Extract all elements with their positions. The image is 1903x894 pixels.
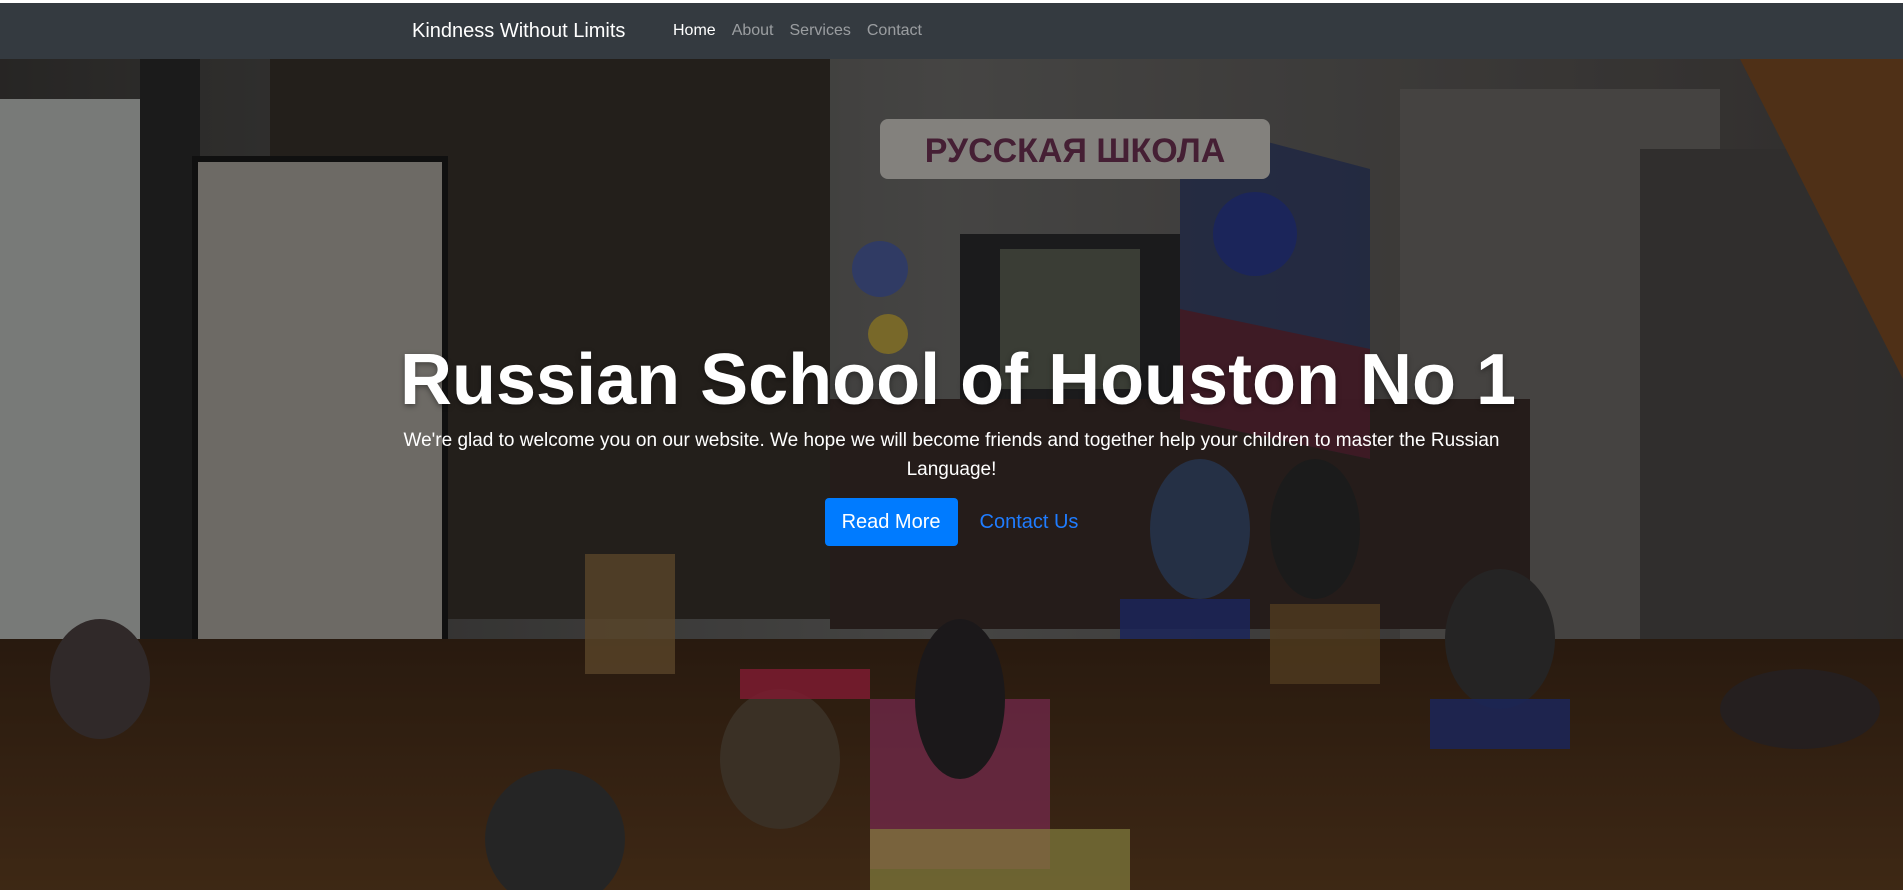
navbar: Kindness Without Limits Home About Servi… xyxy=(0,3,1903,59)
nav-link-about[interactable]: About xyxy=(724,3,782,59)
nav-link-services[interactable]: Services xyxy=(782,3,859,59)
read-more-button[interactable]: Read More xyxy=(824,497,958,546)
hero-actions: Read More Contact Us xyxy=(400,497,1503,546)
contact-us-link[interactable]: Contact Us xyxy=(980,498,1079,546)
hero-content: Russian School of Houston No 1 We're gla… xyxy=(400,339,1517,546)
nav-link-contact[interactable]: Contact xyxy=(859,3,930,59)
hero-title: Russian School of Houston No 1 xyxy=(400,340,1517,420)
nav-link-home[interactable]: Home xyxy=(665,3,724,59)
hero-description: We're glad to welcome you on our website… xyxy=(403,429,1500,480)
bottom-strip xyxy=(0,890,1903,894)
nav-links: Home About Services Contact xyxy=(665,3,930,59)
hero-section: РУССКАЯ ШКОЛА Russian School of Houston … xyxy=(0,59,1903,894)
brand-link[interactable]: Kindness Without Limits xyxy=(412,3,625,59)
